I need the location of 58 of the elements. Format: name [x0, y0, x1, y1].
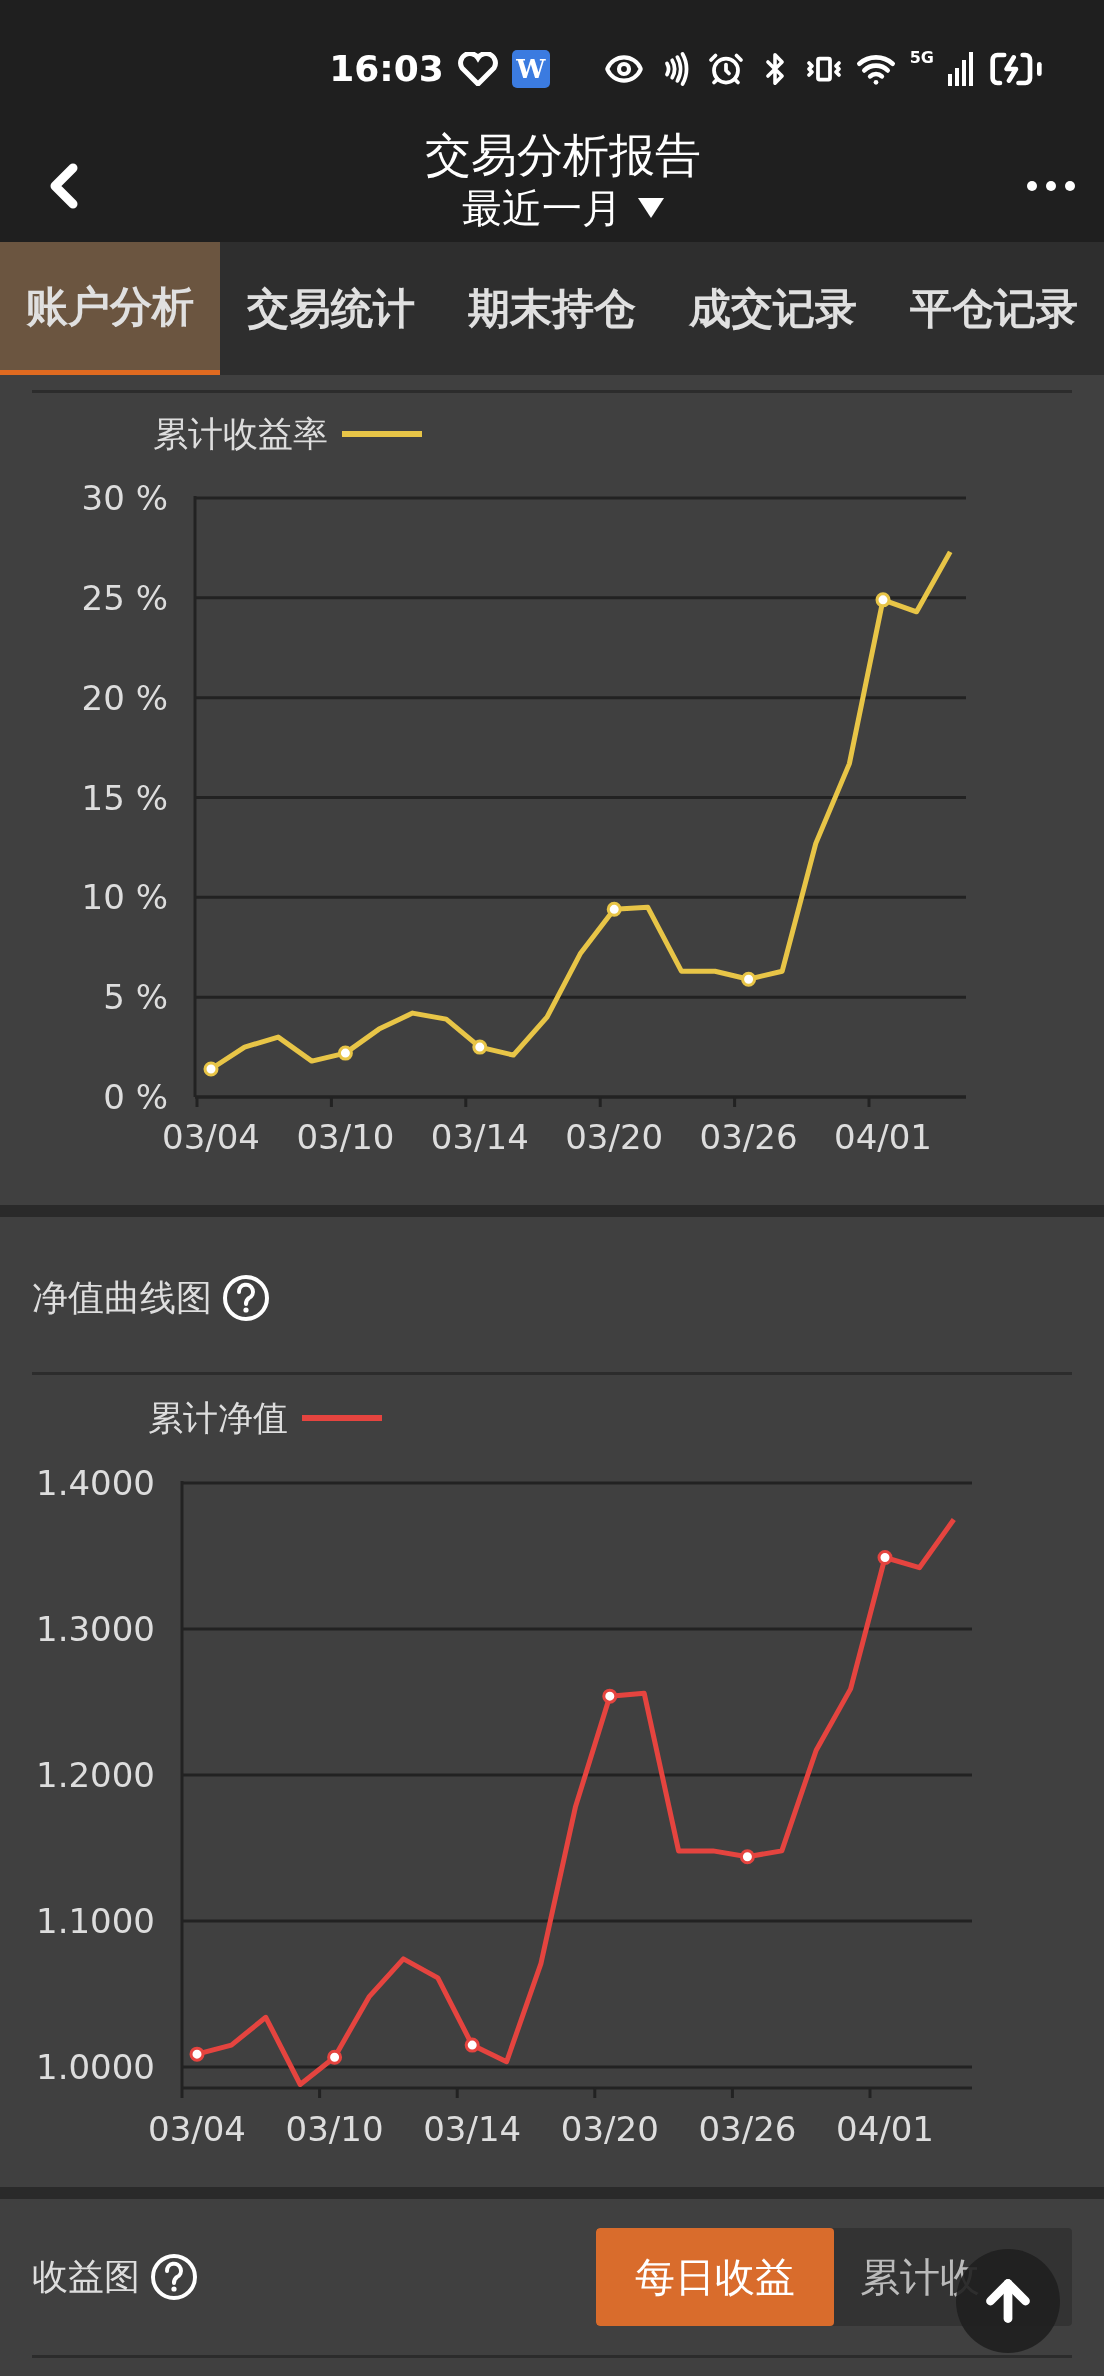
data-point [327, 2049, 343, 2065]
y-tick-label: 20 % [81, 677, 168, 718]
alarm-icon [707, 51, 744, 87]
y-tick-label: 15 % [81, 777, 168, 818]
data-point [875, 592, 891, 608]
data-point [606, 901, 622, 917]
x-tick-label: 03/20 [565, 1117, 664, 1157]
tab[interactable]: 期末持仓 [441, 242, 662, 375]
x-tick-label: 03/14 [430, 1117, 529, 1157]
data-point [602, 1688, 618, 1704]
app-badge: W [511, 50, 550, 88]
x-tick-label: 04/01 [834, 1117, 932, 1157]
y-tick-label: 10 % [81, 877, 168, 918]
y-tick-label: 5 % [103, 977, 168, 1018]
tab[interactable]: 账户分析 [0, 242, 220, 375]
data-point [464, 2037, 480, 2053]
x-tick-label: 03/10 [285, 2109, 384, 2149]
y-tick-label: 1.2000 [36, 1755, 155, 1795]
x-tick-label: 03/20 [560, 2109, 659, 2149]
y-tick-label: 30 % [81, 478, 168, 518]
status-time: 16:03 [329, 47, 444, 91]
x-tick-label: 03/14 [423, 2109, 522, 2149]
heart-icon [457, 52, 498, 86]
y-tick-label: 1.0000 [36, 2047, 155, 2087]
more-icon[interactable] [1026, 180, 1076, 192]
x-tick-label: 03/10 [296, 1117, 395, 1157]
x-tick-label: 03/04 [162, 1117, 260, 1157]
section-title: 收益图 [32, 2255, 140, 2299]
legend-label: 累计收益率 [153, 414, 328, 454]
y-tick-label: 1.4000 [36, 1463, 155, 1503]
y-tick-label: 1.1000 [36, 1901, 155, 1941]
y-tick-label: 0 % [103, 1077, 168, 1117]
tab[interactable]: 成交记录 [662, 242, 883, 375]
section-title: 净值曲线图 [32, 1275, 212, 1320]
data-point [189, 2046, 205, 2062]
x-tick-label: 03/26 [699, 1117, 798, 1157]
data-point [337, 1045, 353, 1061]
caret-icon [638, 198, 664, 218]
data-point [877, 1549, 893, 1565]
help-icon[interactable] [222, 1273, 270, 1322]
x-tick-label: 03/26 [698, 2109, 797, 2149]
help-icon[interactable] [150, 2253, 198, 2301]
tab[interactable]: 交易统计 [220, 242, 441, 375]
legend-label: 累计净值 [148, 1398, 288, 1438]
data-point [472, 1039, 488, 1055]
tab[interactable]: 平仓记录 [883, 242, 1104, 375]
page-title: 交易分析报告 [425, 127, 701, 184]
data-point [739, 1849, 755, 1865]
network-label: 5G [909, 47, 934, 69]
toggle-option[interactable]: 累计收 [834, 2228, 1072, 2326]
x-tick-label: 03/04 [148, 2109, 246, 2149]
period-dropdown[interactable]: 最近一月 [462, 184, 664, 232]
x-tick-label: 04/01 [836, 2109, 934, 2149]
data-point [203, 1061, 219, 1077]
signal-icon [948, 52, 974, 86]
y-tick-label: 25 % [81, 577, 168, 618]
y-tick-label: 1.3000 [36, 1609, 155, 1649]
data-point [741, 971, 757, 987]
